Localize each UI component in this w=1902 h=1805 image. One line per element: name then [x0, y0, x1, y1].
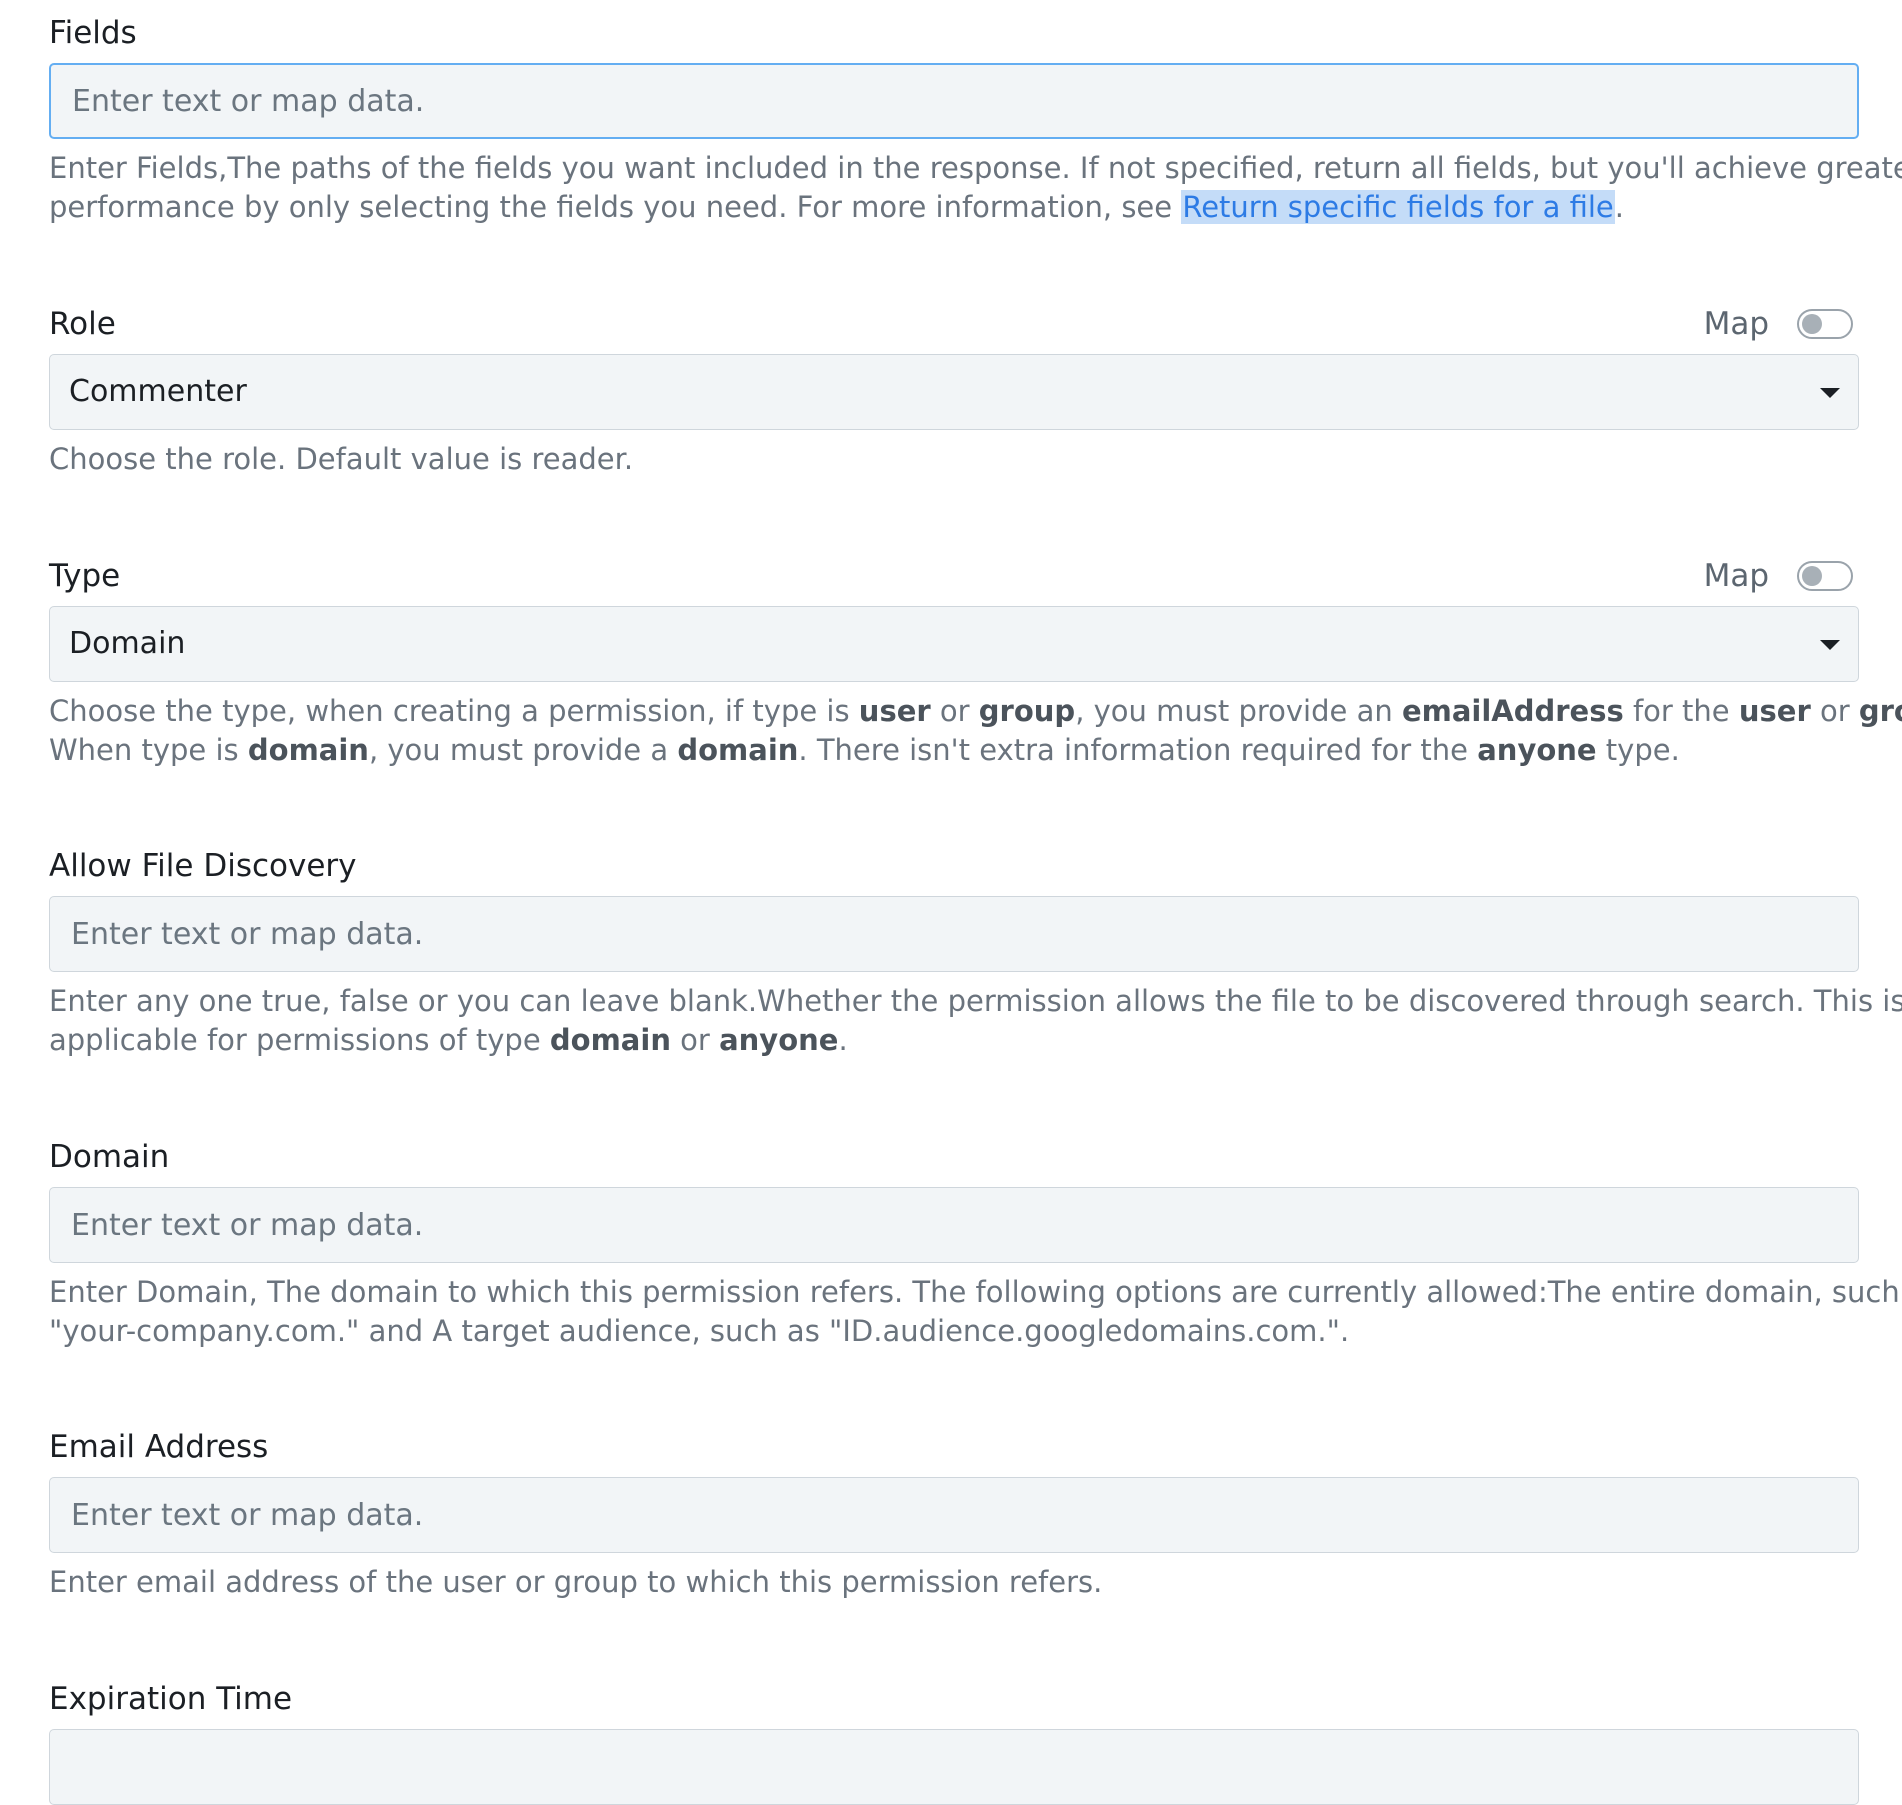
allow-file-discovery-help: Enter any one true, false or you can lea…	[49, 984, 1902, 1057]
fields-input-box[interactable]	[49, 63, 1859, 139]
email-address-input[interactable]	[50, 1478, 1858, 1552]
allow-file-discovery-input[interactable]	[50, 897, 1858, 971]
switch-knob	[1802, 566, 1822, 586]
role-help: Choose the role. Default value is reader…	[49, 442, 634, 476]
allow-file-discovery-field: Allow File Discovery Enter any one true,…	[49, 848, 1902, 1060]
domain-field: Domain Enter Domain, The domain to which…	[49, 1139, 1902, 1351]
type-map-switch[interactable]	[1797, 561, 1853, 591]
domain-input[interactable]	[50, 1188, 1858, 1262]
type-help: Choose the type, when creating a permiss…	[49, 694, 1902, 767]
role-map-toggle[interactable]: Map	[1704, 304, 1853, 344]
email-address-label: Email Address	[49, 1429, 269, 1465]
type-map-toggle[interactable]: Map	[1704, 556, 1853, 596]
switch-knob	[1802, 314, 1822, 334]
email-address-help: Enter email address of the user or group…	[49, 1565, 1103, 1599]
domain-help: Enter Domain, The domain to which this p…	[49, 1275, 1902, 1348]
role-select[interactable]: Commenter	[49, 354, 1859, 430]
fields-help: Enter Fields,The paths of the fields you…	[49, 151, 1902, 224]
fields-field: Fields Enter Fields,The paths of the fie…	[49, 15, 1902, 227]
role-selected-value: Commenter	[69, 374, 247, 409]
role-label: Role	[49, 306, 116, 342]
domain-label: Domain	[49, 1139, 170, 1175]
allow-file-discovery-label: Allow File Discovery	[49, 848, 357, 884]
fields-input[interactable]	[51, 65, 1857, 137]
domain-header: Domain	[49, 1139, 1859, 1181]
expiration-time-input-box[interactable]	[49, 1729, 1859, 1805]
fields-label: Fields	[49, 15, 137, 51]
return-specific-fields-link[interactable]: Return specific fields for a file	[1181, 190, 1615, 224]
role-map-label: Map	[1703, 306, 1769, 342]
role-field: Role Map Commenter Choose the role. Defa…	[49, 306, 1859, 479]
expiration-time-label: Expiration Time	[49, 1681, 293, 1717]
type-label: Type	[49, 558, 121, 594]
domain-input-box[interactable]	[49, 1187, 1859, 1263]
type-selected-value: Domain	[69, 626, 186, 661]
fields-header: Fields	[49, 15, 1859, 57]
allow-file-discovery-header: Allow File Discovery	[49, 848, 1859, 890]
role-header: Role Map	[49, 306, 1859, 348]
email-address-header: Email Address	[49, 1429, 1859, 1471]
chevron-down-icon	[1820, 388, 1840, 398]
type-field: Type Map Domain Choose the type, when cr…	[49, 558, 1902, 770]
expiration-time-input[interactable]	[50, 1730, 1858, 1804]
allow-file-discovery-input-box[interactable]	[49, 896, 1859, 972]
email-address-input-box[interactable]	[49, 1477, 1859, 1553]
expiration-time-field: Expiration Time	[49, 1681, 1859, 1805]
chevron-down-icon	[1820, 640, 1840, 650]
type-map-label: Map	[1703, 558, 1769, 594]
type-select[interactable]: Domain	[49, 606, 1859, 682]
expiration-time-header: Expiration Time	[49, 1681, 1859, 1723]
email-address-field: Email Address Enter email address of the…	[49, 1429, 1859, 1602]
type-header: Type Map	[49, 558, 1859, 600]
role-map-switch[interactable]	[1797, 309, 1853, 339]
